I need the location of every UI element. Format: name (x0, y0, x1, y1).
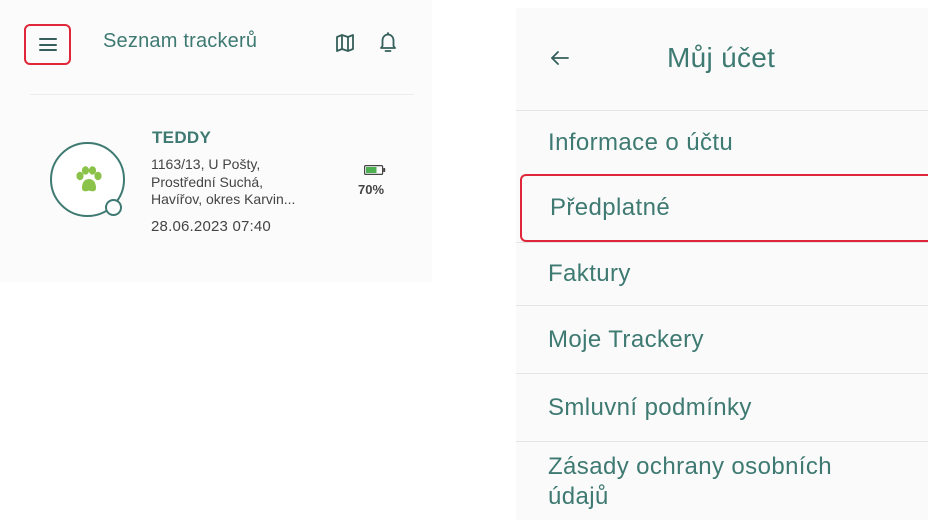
page-title: Můj účet (667, 42, 776, 73)
tracker-name: TEDDY (152, 128, 212, 147)
menu-item-label-line: údajů (548, 483, 609, 510)
address-line: Prostřední Suchá, (151, 173, 264, 190)
paw-icon (76, 166, 102, 192)
my-account-screen: Můj účet Informace o účtu Předplatné Fak… (516, 8, 928, 520)
tracker-avatar (50, 142, 125, 217)
page-title: Seznam trackerů (103, 30, 258, 52)
tracker-address: 1163/13, U Pošty, Prostřední Suchá, Haví… (151, 156, 326, 209)
tracker-timestamp: 28.06.2023 07:40 (151, 218, 271, 235)
menu-item-account-info[interactable]: Informace o účtu (516, 110, 928, 174)
menu-item-subscription[interactable]: Předplatné (520, 174, 928, 242)
hamburger-menu-button[interactable] (24, 24, 71, 65)
menu-item-label-line: Zásady ochrany osobních (548, 453, 833, 480)
account-menu: Informace o účtu Předplatné Faktury Moje… (516, 110, 928, 520)
bell-icon[interactable] (378, 31, 398, 53)
map-icon[interactable] (335, 33, 355, 53)
hamburger-menu-icon (38, 38, 57, 51)
status-dot (105, 199, 122, 216)
app-bar: Seznam trackerů (0, 0, 432, 94)
menu-item-privacy-policy[interactable]: Zásady ochrany osobních údajů (516, 441, 928, 520)
address-line: 1163/13, U Pošty, (151, 156, 261, 172)
tracker-list-screen: Seznam trackerů TEDDY 1163/13, U Pošty, … (0, 0, 432, 282)
menu-item-my-trackers[interactable]: Moje Trackery (516, 305, 928, 373)
battery-percentage: 70% (358, 182, 385, 197)
battery-icon (364, 165, 386, 175)
menu-item-terms[interactable]: Smluvní podmínky (516, 373, 928, 441)
divider (30, 94, 414, 95)
tracker-list-item[interactable]: TEDDY 1163/13, U Pošty, Prostřední Suchá… (24, 110, 414, 250)
account-header: Můj účet (516, 8, 928, 110)
menu-item-invoices[interactable]: Faktury (516, 242, 928, 305)
address-line: Havířov, okres Karvin... (151, 191, 296, 207)
back-arrow-icon[interactable] (550, 50, 570, 66)
